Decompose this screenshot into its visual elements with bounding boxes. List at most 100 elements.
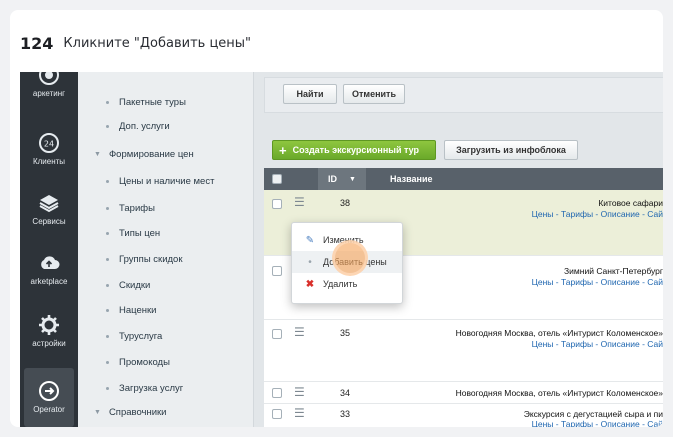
table-row[interactable]: ☰ 35 Новогодняя Москва, отель «Интурист …	[264, 320, 663, 382]
row-checkbox[interactable]	[272, 388, 282, 398]
bullet-icon	[106, 231, 109, 235]
add-excursion-tour-label: Создать экскурсионный тур	[292, 145, 419, 155]
row-name[interactable]: Экскурсия с дегустацией сыра и пи	[524, 409, 663, 419]
plus-icon: +	[279, 142, 287, 158]
bullet-icon	[106, 360, 109, 364]
grid-header: ID ▼ Название	[264, 168, 663, 190]
sidebar-item-prices-availability[interactable]: Цены и наличие мест	[78, 171, 254, 191]
row-id: 35	[340, 328, 351, 338]
step-instruction: Кликните "Добавить цены"	[63, 35, 252, 51]
sidebar-item-label: Промокоды	[119, 356, 170, 368]
sidebar-item-label: Формирование цен	[108, 148, 194, 160]
row-id: 34	[340, 388, 351, 398]
row-links[interactable]: Цены - Тарифы - Описание - Сай	[532, 339, 663, 349]
cancel-button[interactable]: Отменить	[343, 84, 405, 104]
rail-label: аркетинг	[32, 89, 66, 98]
context-item-label: Удалить	[323, 279, 358, 289]
chevron-down-icon: ▼	[94, 150, 101, 158]
rail-item-marketing[interactable]: аркетинг	[20, 72, 78, 98]
sidebar-item-label: Типы цен	[119, 227, 161, 239]
sidebar-item-discounts[interactable]: Скидки	[78, 275, 254, 295]
step-card: 124 Кликните "Добавить цены" аркетинг 24…	[10, 10, 663, 427]
sidebar-item-label: Туруслуга	[119, 330, 163, 342]
filter-bar: Найти Отменить	[264, 77, 663, 113]
context-item-delete[interactable]: ✖ Удалить	[292, 273, 402, 295]
rail-label: астройки	[32, 339, 66, 348]
sidebar-item-package-tours[interactable]: Пакетные туры	[78, 92, 254, 112]
sidebar-item-label: Цены и наличие мест	[119, 175, 215, 187]
sidebar-item-price-types[interactable]: Типы цен	[78, 223, 254, 243]
row-links[interactable]: Цены - Тарифы - Описание - Сай	[532, 419, 663, 427]
bullet-icon: •	[308, 256, 312, 268]
row-links[interactable]: Цены - Тарифы - Описание - Сай	[532, 277, 663, 287]
row-actions-icon[interactable]: ☰	[294, 407, 305, 419]
row-checkbox[interactable]	[272, 199, 282, 209]
sidebar-item-label: Доп. услуги	[119, 120, 170, 132]
rail-item-settings[interactable]: астройки	[20, 314, 78, 348]
table-row[interactable]: ☰ 34 Новогодняя Москва, отель «Интурист …	[264, 382, 663, 404]
bullet-icon	[106, 100, 109, 104]
row-links[interactable]: Цены - Тарифы - Описание - Сай	[532, 209, 663, 219]
column-header-name[interactable]: Название	[390, 168, 432, 190]
bullet-icon	[106, 206, 109, 210]
column-header-id[interactable]: ID ▼	[318, 168, 366, 190]
row-id: 33	[340, 409, 351, 419]
sidebar-item-tour-service[interactable]: Туруслуга	[78, 326, 254, 346]
row-actions-icon[interactable]: ☰	[294, 326, 305, 338]
sidebar-item-label: Загрузка услуг	[119, 382, 184, 394]
row-id: 38	[340, 198, 351, 208]
row-name[interactable]: Китовое сафари	[598, 198, 663, 208]
row-checkbox[interactable]	[272, 329, 282, 339]
rail-item-services[interactable]: Сервисы	[20, 192, 78, 226]
chevron-down-icon: ▼	[94, 408, 101, 416]
sidebar-item-markups[interactable]: Наценки	[78, 300, 254, 320]
edit-icon: ✎	[305, 234, 315, 246]
sort-down-icon: ▼	[349, 175, 356, 183]
bullet-icon	[106, 124, 109, 128]
sidebar-item-label: Группы скидок	[119, 253, 183, 265]
layers-icon	[39, 195, 59, 213]
sidebar-item-extra-services[interactable]: Доп. услуги	[78, 116, 254, 136]
grid-toolbar: + Создать экскурсионный тур Загрузить из…	[264, 130, 663, 164]
sidebar-menu: Пакетные туры Доп. услуги ▼ Формирование …	[78, 72, 254, 427]
row-name[interactable]: Новогодняя Москва, отель «Интурист Колом…	[456, 328, 663, 338]
rail-item-clients[interactable]: 24 Клиенты	[20, 132, 78, 166]
rail-item-marketplace[interactable]: arketplace	[20, 252, 78, 286]
row-checkbox[interactable]	[272, 266, 282, 276]
add-excursion-tour-button[interactable]: + Создать экскурсионный тур	[272, 140, 436, 160]
rail-label: Клиенты	[32, 157, 66, 166]
delete-icon: ✖	[305, 278, 315, 290]
sidebar-item-label: Пакетные туры	[119, 96, 186, 108]
row-actions-icon[interactable]: ☰	[294, 196, 305, 208]
gear-icon	[39, 315, 59, 335]
row-name[interactable]: Зимний Санкт-Петербург	[564, 266, 663, 276]
row-actions-icon[interactable]: ☰	[294, 386, 305, 398]
bullet-icon	[106, 334, 109, 338]
left-rail: аркетинг 24 Клиенты Сервисы arketplace а…	[20, 72, 78, 427]
sidebar-item-label: Справочники	[108, 406, 167, 418]
sidebar-item-pricing[interactable]: ▼ Формирование цен	[78, 144, 254, 164]
sidebar-item-directories[interactable]: ▼ Справочники	[78, 402, 254, 422]
arrow-circle-icon	[39, 381, 59, 401]
bullet-icon	[106, 283, 109, 287]
row-name[interactable]: Новогодняя Москва, отель «Интурист Колом…	[456, 388, 663, 398]
rail-label: Сервисы	[32, 217, 66, 226]
clients-icon: 24	[39, 133, 59, 153]
screenshot: аркетинг 24 Клиенты Сервисы arketplace а…	[20, 72, 663, 427]
sidebar-item-promocodes[interactable]: Промокоды	[78, 352, 254, 372]
target-icon	[39, 72, 59, 85]
row-checkbox[interactable]	[272, 409, 282, 419]
sidebar-item-services-upload[interactable]: Загрузка услуг	[78, 378, 254, 398]
load-from-iblock-button[interactable]: Загрузить из инфоблока	[444, 140, 578, 160]
sidebar-item-discount-groups[interactable]: Группы скидок	[78, 249, 254, 269]
step-header: 124 Кликните "Добавить цены"	[20, 28, 251, 58]
bullet-icon	[106, 386, 109, 390]
bullet-icon	[106, 179, 109, 183]
rail-label: Operator	[33, 405, 65, 414]
click-marker	[332, 240, 368, 276]
table-row[interactable]: ☰ 33 Экскурсия с дегустацией сыра и пи Ц…	[264, 404, 663, 427]
sidebar-item-tariffs[interactable]: Тарифы	[78, 198, 254, 218]
select-all-checkbox[interactable]	[272, 174, 282, 184]
rail-item-operator[interactable]: Operator	[20, 380, 78, 414]
find-button[interactable]: Найти	[283, 84, 337, 104]
